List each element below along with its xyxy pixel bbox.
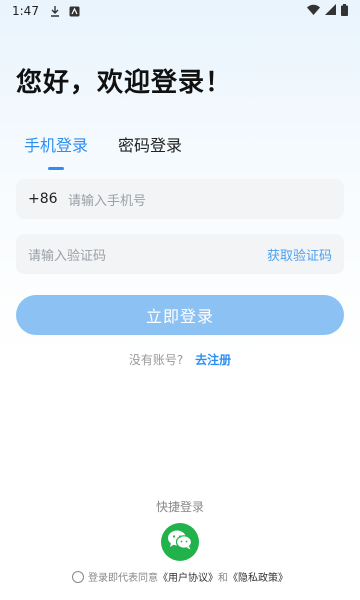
privacy-policy-link[interactable]: 《隐私政策》 [228,569,288,584]
phone-input[interactable]: 请输入手机号 [68,190,146,209]
tab-label: 手机登录 [24,136,89,155]
user-agreement-link[interactable]: 《用户协议》 [158,569,218,584]
login-button[interactable]: 立即登录 [16,295,344,335]
quick-login-label: 快捷登录 [155,500,204,514]
agreement-row: 登录即代表同意 《用户协议》 和 《隐私政策》 [0,569,360,584]
tab-phone-login[interactable]: 手机登录 [24,132,89,170]
signal-icon [325,4,336,18]
agreement-and: 和 [218,573,228,584]
status-time: 1:47 [12,4,39,18]
tab-indicator [48,167,64,170]
login-tabs: 手机登录 密码登录 [24,132,182,170]
verification-code-field[interactable]: 请输入验证码 获取验证码 [16,234,344,274]
register-row: 没有账号? 去注册 [0,351,360,368]
wifi-icon [307,4,320,18]
wechat-icon [167,529,193,555]
agreement-prefix: 登录即代表同意 [88,573,158,584]
agree-checkbox[interactable] [72,570,84,583]
battery-icon [341,3,348,19]
app-notification-icon [69,6,80,17]
download-icon [49,5,61,17]
status-right [307,3,348,19]
phone-field[interactable]: +86 请输入手机号 [16,179,344,219]
page-title: 您好，欢迎登录！ [16,68,233,98]
country-code: +86 [28,191,58,207]
tab-password-login[interactable]: 密码登录 [118,132,182,156]
register-link[interactable]: 去注册 [195,353,231,367]
wechat-login-button[interactable] [161,523,199,561]
tab-label: 密码登录 [118,136,183,155]
get-code-button[interactable]: 获取验证码 [267,245,332,264]
register-prompt: 没有账号? [128,353,184,367]
status-bar: 1:47 [0,0,360,22]
code-input[interactable]: 请输入验证码 [28,245,106,264]
